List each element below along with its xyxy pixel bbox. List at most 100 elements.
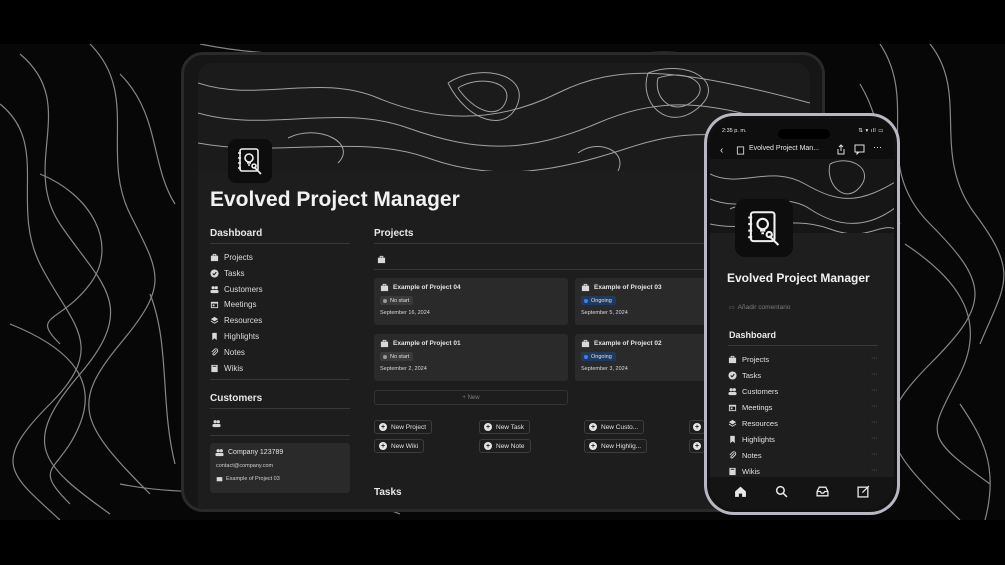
sidebar-item-label: Meetings xyxy=(224,299,257,309)
sidebar-item-label: Tasks xyxy=(224,268,245,278)
more-actions-button[interactable]: + xyxy=(689,420,705,434)
more-icon[interactable]: ⋯ xyxy=(873,142,882,153)
more-icon[interactable]: ··· xyxy=(871,403,878,410)
new-highlight-button[interactable]: + New Highlig... xyxy=(584,439,648,453)
paperclip-icon xyxy=(728,450,737,460)
add-comment-button[interactable]: ▭ Añadir comentario xyxy=(729,304,790,311)
briefcase-icon[interactable] xyxy=(377,255,386,264)
project-date: September 5, 2024 xyxy=(581,310,628,316)
sidebar-item-meetings[interactable]: Meetings xyxy=(210,298,256,310)
plus-icon: + xyxy=(379,442,387,450)
status-icons: ⇅ ▾ ıll ▭ xyxy=(858,128,884,134)
briefcase-icon xyxy=(728,355,737,364)
plus-icon: + xyxy=(484,423,492,431)
breadcrumb[interactable]: Evolved Project Man... xyxy=(749,145,819,152)
customer-project: Example of Project 03 xyxy=(226,475,280,482)
home-icon[interactable] xyxy=(734,485,747,501)
new-note-button[interactable]: + New Note xyxy=(479,439,531,453)
page-title: Evolved Project Manager xyxy=(727,271,870,285)
dashboard-heading: Dashboard xyxy=(210,228,263,239)
people-icon xyxy=(215,448,224,457)
sidebar-item-tasks[interactable]: Tasks xyxy=(210,267,244,279)
sidebar-item-highlights[interactable]: Highlights ··· xyxy=(728,433,878,445)
layers-icon xyxy=(210,316,219,325)
projects-heading: Projects xyxy=(374,228,414,239)
sidebar-item-resources[interactable]: Resources ··· xyxy=(728,417,878,429)
customers-heading: Customers xyxy=(210,393,263,404)
notebook-lightbulb-icon xyxy=(228,139,272,183)
new-project-row[interactable]: + New xyxy=(374,390,568,405)
sidebar-item-notes[interactable]: Notes xyxy=(210,346,245,358)
sidebar-item-resources[interactable]: Resources xyxy=(210,314,262,326)
project-date: September 16, 2024 xyxy=(380,310,430,316)
more-icon[interactable]: ··· xyxy=(871,467,878,474)
divider xyxy=(374,243,704,244)
briefcase-icon xyxy=(581,283,590,292)
divider xyxy=(210,408,350,409)
bookmark-icon xyxy=(728,435,737,444)
dashboard-heading: Dashboard xyxy=(729,330,777,340)
more-icon[interactable]: ··· xyxy=(871,387,878,394)
inbox-icon[interactable] xyxy=(816,485,829,501)
more-icon[interactable]: ··· xyxy=(871,355,878,362)
book-icon xyxy=(210,364,219,373)
customer-email[interactable]: contact@company.com xyxy=(216,463,273,469)
sidebar-item-meetings[interactable]: Meetings ··· xyxy=(728,401,878,413)
customer-name: Company 123789 xyxy=(228,449,284,456)
sidebar-item-label: Highlights xyxy=(224,331,260,341)
briefcase-icon xyxy=(210,253,219,262)
more-icon[interactable]: ··· xyxy=(871,435,878,442)
project-title: Example of Project 01 xyxy=(393,340,461,347)
divider xyxy=(210,435,350,436)
share-icon[interactable] xyxy=(836,144,846,157)
sidebar-item-projects[interactable]: Projects xyxy=(210,251,253,263)
more-icon[interactable]: ··· xyxy=(871,451,878,458)
more-icon[interactable]: ··· xyxy=(871,371,878,378)
divider xyxy=(374,269,704,270)
layers-icon xyxy=(728,419,737,428)
sidebar-item-tasks[interactable]: Tasks ··· xyxy=(728,369,878,381)
sidebar-item-notes[interactable]: Notes ··· xyxy=(728,449,878,461)
customer-card[interactable]: Company 123789 contact@company.com Examp… xyxy=(210,443,350,493)
sidebar-item-highlights[interactable]: Highlights xyxy=(210,330,259,342)
search-icon[interactable] xyxy=(775,485,788,501)
sidebar-item-label: Customers xyxy=(224,284,263,294)
more-icon[interactable]: ··· xyxy=(871,419,878,426)
briefcase-icon xyxy=(216,475,223,482)
sidebar-item-customers[interactable]: Customers xyxy=(210,283,263,295)
project-title: Example of Project 04 xyxy=(393,284,461,291)
compose-icon[interactable] xyxy=(857,485,870,501)
briefcase-icon xyxy=(380,339,389,348)
status-badge: No start xyxy=(380,352,414,361)
plus-icon: + xyxy=(379,423,387,431)
sidebar-item-wikis[interactable]: Wikis xyxy=(210,362,243,374)
project-date: September 3, 2024 xyxy=(581,366,628,372)
new-task-button[interactable]: + New Task xyxy=(479,420,531,434)
project-date: September 2, 2024 xyxy=(380,366,427,372)
new-project-button[interactable]: + New Project xyxy=(374,420,433,434)
more-actions-button[interactable]: + xyxy=(689,439,705,453)
plus-icon: + xyxy=(693,442,701,450)
new-customer-button[interactable]: + New Custo... xyxy=(584,420,645,434)
new-wiki-button[interactable]: + New Wiki xyxy=(374,439,425,453)
status-time: 2:35 p. m. xyxy=(722,128,747,134)
plus-icon: + xyxy=(589,442,597,450)
sidebar-item-customers[interactable]: Customers ··· xyxy=(728,385,878,397)
project-card[interactable]: Example of Project 01 No start September… xyxy=(374,334,568,381)
book-icon xyxy=(728,467,737,476)
tasks-heading: Tasks xyxy=(374,487,402,498)
back-icon[interactable]: ‹ xyxy=(720,145,723,156)
comment-icon[interactable] xyxy=(854,144,865,157)
check-circle-icon xyxy=(210,268,219,278)
calendar-icon xyxy=(728,403,737,412)
bookmark-icon xyxy=(210,332,219,341)
people-icon[interactable] xyxy=(212,419,221,428)
calendar-icon xyxy=(210,300,219,309)
project-card[interactable]: Example of Project 04 No start September… xyxy=(374,278,568,325)
people-icon xyxy=(210,285,219,294)
status-badge: No start xyxy=(380,296,414,305)
sidebar-item-wikis[interactable]: Wikis ··· xyxy=(728,465,878,477)
sidebar-item-projects[interactable]: Projects ··· xyxy=(728,353,878,365)
briefcase-icon xyxy=(380,283,389,292)
paperclip-icon xyxy=(210,347,219,357)
